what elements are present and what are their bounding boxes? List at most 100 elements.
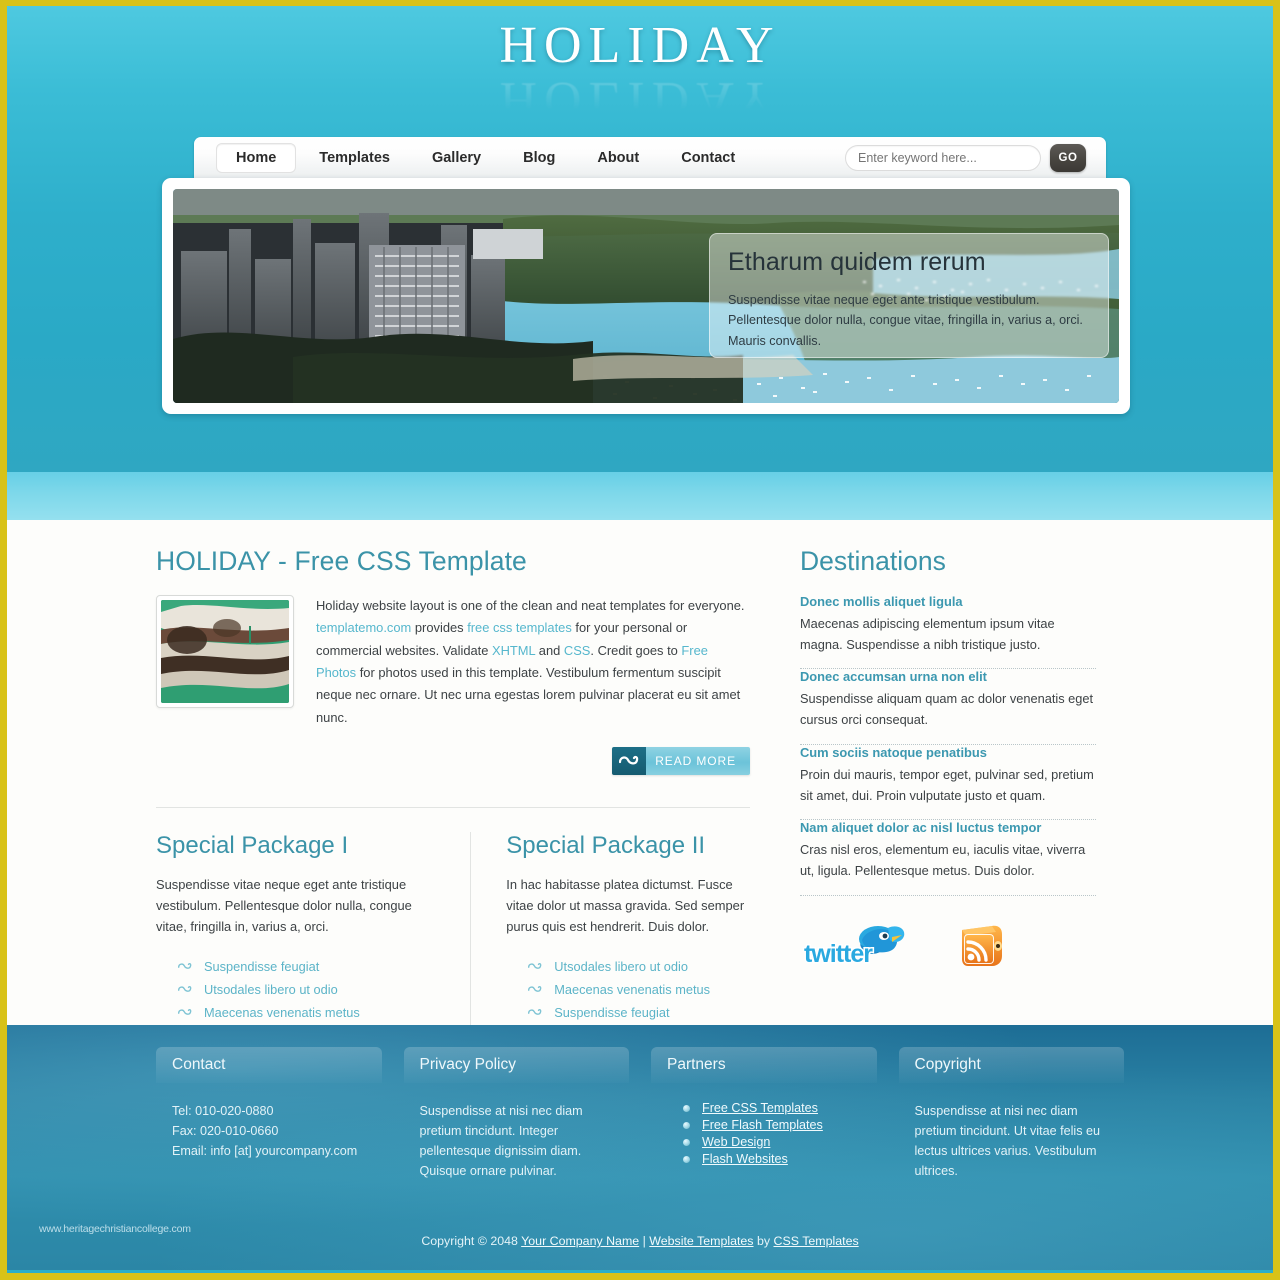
search-go-button[interactable]: GO [1050, 143, 1086, 172]
footer-heading-privacy: Privacy Policy [403, 1047, 629, 1083]
partner-link-3[interactable]: Web Design [702, 1135, 770, 1149]
package-1: Special Package I Suspendisse vitae nequ… [156, 832, 435, 1032]
website-templates-link[interactable]: Website Templates [649, 1234, 753, 1248]
nav-item-templates: Templates [300, 144, 409, 172]
footer-copyright-line: Copyright © 2048 Your Company Name | Web… [7, 1234, 1273, 1248]
read-more-button[interactable]: READ MORE [612, 746, 750, 775]
destination-text-3: Proin dui mauris, tempor eget, pulvinar … [800, 766, 1094, 803]
divider [800, 894, 1096, 896]
rss-icon[interactable] [956, 922, 1006, 970]
destination-link-4[interactable]: Nam aliquet dolor ac nisl luctus tempor [800, 820, 1096, 835]
wave-bullet-icon [178, 958, 192, 976]
partner-link-4[interactable]: Flash Websites [702, 1152, 788, 1166]
package-2-title: Special Package II [506, 831, 706, 859]
destination-link-3[interactable]: Cum sociis natoque penatibus [800, 745, 1096, 760]
wave-bullet-icon [178, 1004, 192, 1022]
footer-heading-copyright: Copyright [898, 1047, 1124, 1083]
package-1-link-3[interactable]: Maecenas venenatis metus [204, 1005, 360, 1020]
copyright-company-link[interactable]: Your Company Name [521, 1234, 639, 1248]
package-1-title: Special Package I [156, 831, 349, 859]
search-area: GO [845, 143, 1086, 172]
list-item: Utsodales libero ut odio [178, 981, 435, 999]
footer-heading-label: Privacy Policy [419, 1056, 516, 1073]
main-content: HOLIDAY - Free CSS Template Holiday webs… [7, 520, 1273, 1032]
destination-link-2[interactable]: Donec accumsan urna non elit [800, 669, 1096, 684]
footer-column-copyright: Copyright Suspendisse at nisi nec diam p… [898, 1047, 1124, 1182]
link-css[interactable]: CSS [564, 643, 591, 658]
footer-column-privacy: Privacy Policy Suspendisse at nisi nec d… [403, 1047, 630, 1182]
copyright-separator: | [639, 1234, 650, 1248]
hero-caption-title: Etharum quidem rerum [728, 248, 986, 276]
destination-item-1: Donec mollis aliquet ligula Maecenas adi… [800, 594, 1096, 668]
nav-link-about[interactable]: About [578, 144, 658, 172]
link-templatemo[interactable]: templatemo.com [316, 620, 411, 635]
css-templates-link[interactable]: CSS Templates [774, 1234, 859, 1248]
nav-link-templates[interactable]: Templates [300, 144, 409, 172]
footer-body-privacy: Suspendisse at nisi nec diam pretium tin… [404, 1083, 630, 1182]
wave-bullet-icon [528, 958, 542, 976]
partner-link-2[interactable]: Free Flash Templates [702, 1118, 823, 1132]
site-logo[interactable]: HOLIDAY [499, 20, 780, 72]
destination-text-4: Cras nisl eros, elementum eu, iaculis vi… [800, 842, 1086, 879]
destination-text-2: Suspendisse aliquam quam ac dolor venena… [800, 691, 1094, 728]
footer-column-partners: Partners Free CSS Templates Free Flash T… [651, 1047, 877, 1182]
list-item: Free CSS Templates [667, 1101, 861, 1115]
list-item: Maecenas venenatis metus [178, 1004, 435, 1022]
package-1-link-1[interactable]: Suspendisse feugiat [204, 959, 319, 974]
page-root: HOLIDAY HOLIDAY Home Templates Gallery B… [7, 6, 1273, 1272]
intro-paragraph: Holiday website layout is one of the cle… [316, 595, 750, 729]
bullet-dot-icon [683, 1155, 690, 1163]
intro-text-4: and [535, 642, 564, 658]
wave-icon [612, 746, 647, 775]
contact-tel: Tel: 010-020-0880 [172, 1104, 274, 1118]
privacy-text: Suspendisse at nisi nec diam pretium tin… [419, 1104, 583, 1179]
package-1-link-2[interactable]: Utsodales libero ut odio [204, 982, 338, 997]
intro-text-5: . Credit goes to [590, 642, 682, 658]
package-2-link-3[interactable]: Suspendisse feugiat [554, 1005, 669, 1020]
destination-item-2: Donec accumsan urna non elit Suspendisse… [800, 669, 1096, 743]
link-free-css-templates[interactable]: free css templates [467, 620, 572, 635]
hero-caption-text: Suspendisse vitae neque eget ante tristi… [728, 293, 1083, 348]
package-2-text: In hac habitasse platea dictumst. Fusce … [506, 876, 745, 934]
destination-item-3: Cum sociis natoque penatibus Proin dui m… [800, 745, 1096, 819]
site-logo-reflection: HOLIDAY [499, 71, 781, 128]
hero-banner: Etharum quidem rerum Suspendisse vitae n… [162, 178, 1130, 414]
read-more-row: READ MORE [156, 746, 750, 775]
nav-list: Home Templates Gallery Blog About Contac… [216, 142, 758, 173]
contact-fax: Fax: 020-010-0660 [172, 1124, 279, 1139]
footer-heading-label: Copyright [914, 1056, 981, 1073]
nav-link-gallery[interactable]: Gallery [413, 144, 500, 172]
nav-item-home: Home [216, 142, 297, 173]
list-item: Suspendisse feugiat [178, 958, 435, 976]
footer-heading-contact: Contact [156, 1047, 382, 1083]
partner-link-1[interactable]: Free CSS Templates [702, 1101, 818, 1115]
nav-link-home[interactable]: Home [216, 142, 297, 173]
footer-body-partners: Free CSS Templates Free Flash Templates … [651, 1083, 877, 1166]
content-divider [156, 806, 750, 808]
nav-link-contact[interactable]: Contact [662, 144, 754, 172]
intro-thumbnail [156, 595, 294, 708]
package-1-text: Suspendisse vitae neque eget ante tristi… [156, 876, 412, 934]
content-left-column: HOLIDAY - Free CSS Template Holiday webs… [156, 546, 776, 1032]
copyright-prefix: Copyright © 2048 [421, 1234, 522, 1248]
nav-item-about: About [578, 144, 658, 172]
list-item: Maecenas venenatis metus [528, 981, 750, 999]
link-xhtml[interactable]: XHTML [492, 643, 535, 658]
search-input[interactable] [845, 144, 1041, 171]
destination-link-1[interactable]: Donec mollis aliquet ligula [800, 594, 1096, 609]
copyright-column-text: Suspendisse at nisi nec diam pretium tin… [914, 1104, 1101, 1179]
hero-banner-photo: Etharum quidem rerum Suspendisse vitae n… [173, 189, 1119, 403]
package-2-link-1[interactable]: Utsodales libero ut odio [554, 959, 688, 974]
intro-block: Holiday website layout is one of the cle… [156, 595, 750, 729]
nav-link-blog[interactable]: Blog [504, 144, 574, 172]
nav-item-gallery: Gallery [413, 144, 500, 172]
destination-text-1: Maecenas adipiscing elementum ipsum vita… [800, 616, 1055, 652]
twitter-icon[interactable]: twitter [800, 922, 922, 970]
read-more-label: READ MORE [646, 746, 750, 775]
footer-body-contact: Tel: 010-020-0880 Fax: 020-010-0660 Emai… [156, 1083, 382, 1161]
package-2-list: Utsodales libero ut odio Maecenas venena… [528, 958, 750, 1022]
list-item: Web Design [667, 1135, 861, 1149]
partners-list: Free CSS Templates Free Flash Templates … [667, 1101, 861, 1166]
wave-bullet-icon [528, 981, 542, 999]
package-2-link-2[interactable]: Maecenas venenatis metus [554, 982, 710, 997]
